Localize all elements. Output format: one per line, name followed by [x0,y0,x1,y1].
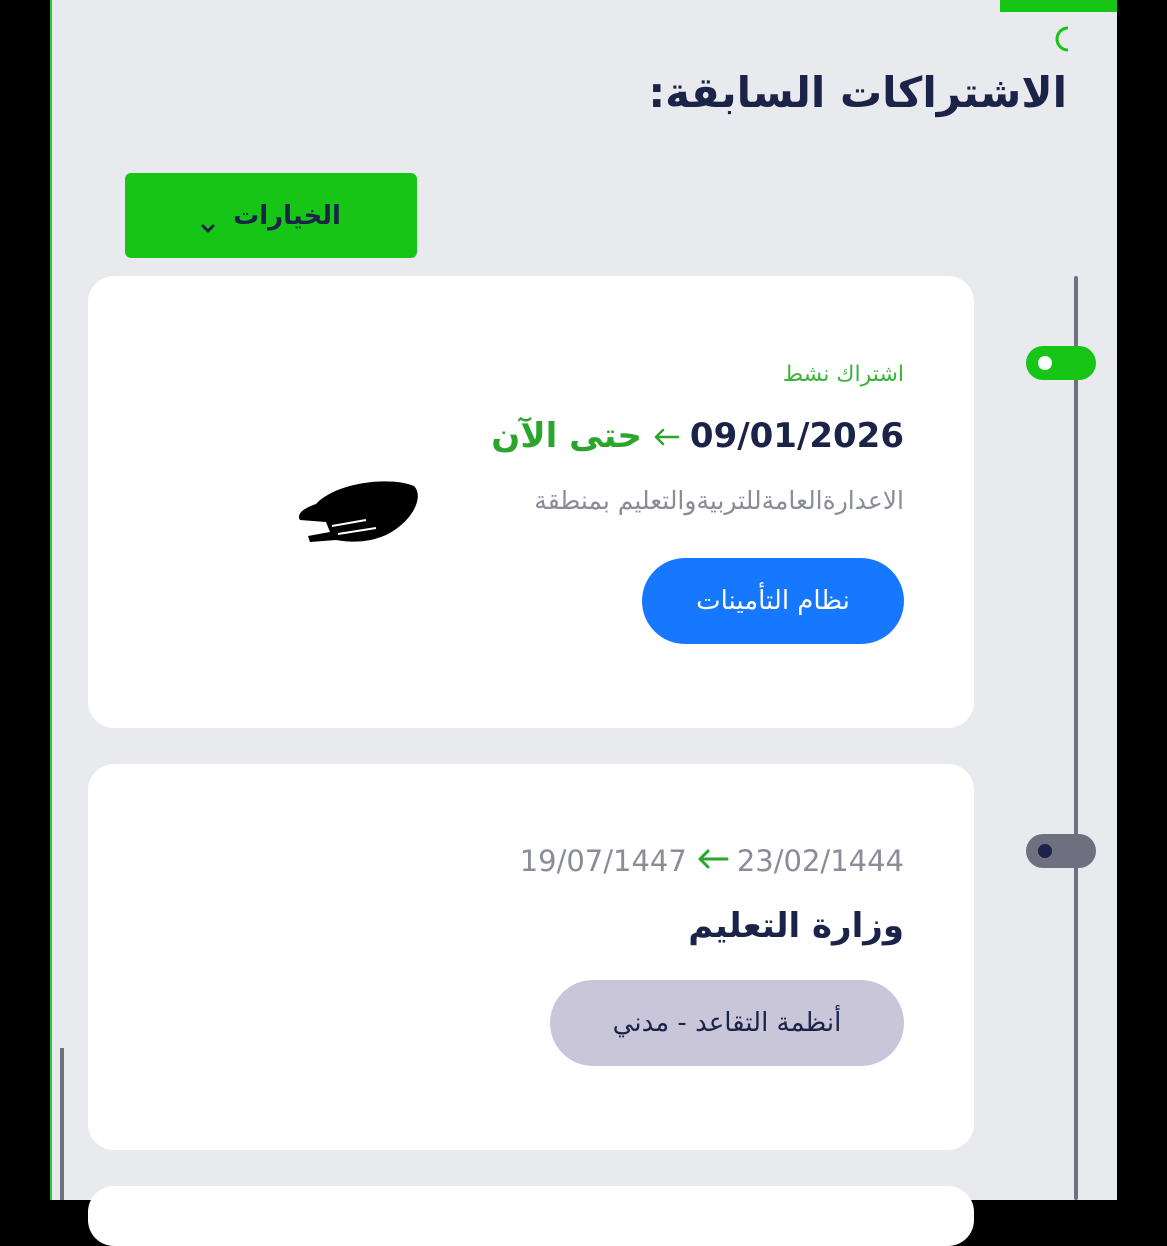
employer-name: وزارة التعليم [688,906,904,946]
end-date: 19/07/1447 [519,844,687,878]
subscription-card-past[interactable]: 23/02/1444 19/07/1447 وزارة التعليم أنظم… [88,764,974,1150]
top-green-bar [1000,0,1117,12]
arrow-left-icon [695,844,729,878]
start-date: 23/02/1444 [736,844,904,878]
start-date: 09/01/2026 [689,416,904,456]
status-label: اشتراك نشط [782,362,904,387]
options-dropdown-button[interactable]: الخيارات [125,173,417,258]
date-range: 23/02/1444 19/07/1447 [520,844,904,878]
timeline-line [1074,276,1078,1200]
system-badge-insurance[interactable]: نظام التأمينات [642,558,904,644]
system-badge-retirement[interactable]: أنظمة التقاعد - مدني [550,980,904,1066]
end-date: حتى الآن [491,416,642,456]
redaction-mark [296,474,421,548]
subscription-card-active[interactable]: اشتراك نشط 09/01/2026 حتى الآن الاعدارةا… [88,276,974,728]
left-edge-accent [50,0,52,1200]
crescent-icon [1054,26,1074,52]
scroll-indicator [60,1048,64,1200]
employer-name: الاعدارةالعامةللتربيةوالتعليم بمنطقة [534,486,904,515]
subscription-card-partial[interactable] [88,1186,974,1246]
options-label: الخيارات [233,200,341,231]
page-title: الاشتراكات السابقة: [648,68,1067,117]
chevron-down-icon [201,211,215,232]
date-range: 09/01/2026 حتى الآن [491,416,904,456]
timeline-dot-past [1026,834,1096,868]
timeline-dot-active [1026,346,1096,380]
arrow-left-icon [652,416,680,456]
